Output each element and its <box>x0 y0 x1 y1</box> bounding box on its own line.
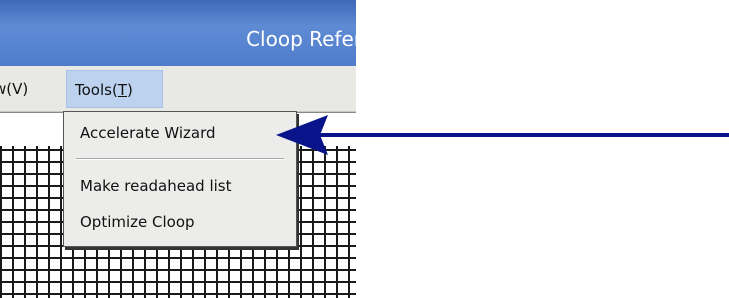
annotation-arrow <box>276 115 729 155</box>
